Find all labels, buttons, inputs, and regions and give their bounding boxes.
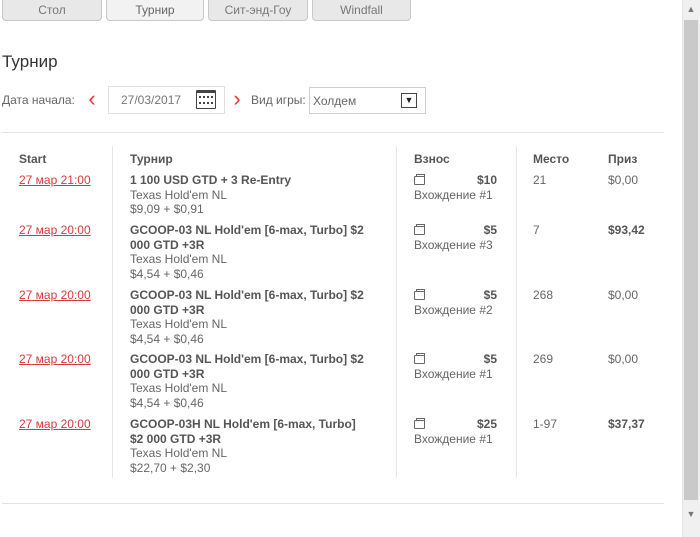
tab-tournament[interactable]: Турнир — [106, 0, 204, 21]
divider — [2, 503, 664, 504]
place-value: 268 — [533, 288, 554, 302]
vertical-scrollbar[interactable]: ▲ ▼ — [682, 0, 700, 537]
start-time-link[interactable]: 27 мар 20:00 — [19, 352, 91, 367]
prize-value: $0,00 — [608, 352, 639, 366]
table-row: 27 мар 20:00 GCOOP-03 NL Hold'em [6-max,… — [0, 223, 664, 287]
tab-bar: Стол Турнир Сит-энд-Гоу Windfall — [0, 0, 700, 22]
tournament-name-cont: 000 GTD +3R — [130, 302, 205, 317]
scroll-down-icon[interactable]: ▼ — [684, 507, 698, 521]
tournament-name: GCOOP-03 NL Hold'em [6-max, Turbo] $2 — [130, 223, 364, 237]
ticket-icon — [414, 174, 425, 185]
fee-amount: $5 — [483, 223, 497, 237]
game-type: Texas Hold'em NL — [130, 187, 227, 202]
game-type: Texas Hold'em NL — [130, 252, 227, 266]
fee-amount: $5 — [483, 288, 497, 302]
place-value: 1-97 — [533, 417, 558, 431]
tournament-name: 1 100 USD GTD + 3 Re-Entry — [130, 173, 292, 187]
tournament-name: GCOOP-03 NL Hold'em [6-max, Turbo] $2 — [130, 352, 364, 366]
fee-cell: $5 Вхождение #2 — [414, 288, 497, 317]
tournament-name-cont: 000 GTD +3R — [130, 237, 205, 252]
fee-amount: $25 — [476, 417, 497, 431]
prize-value: $0,00 — [608, 288, 639, 302]
tab-windfall[interactable]: Windfall — [312, 0, 411, 21]
start-time-link[interactable]: 27 мар 20:00 — [19, 417, 91, 432]
fee-cell: $5 Вхождение #1 — [414, 352, 497, 381]
game-type-value: Холдем — [313, 94, 357, 108]
header-fee[interactable]: Взнос — [414, 152, 450, 166]
chevron-left-icon[interactable]: ‹ — [85, 88, 99, 112]
game-type: Texas Hold'em NL — [130, 446, 227, 460]
tournament-info: 1 100 USD GTD + 3 Re-Entry Texas Hold'em… — [130, 173, 392, 217]
fee-amount: $5 — [483, 352, 497, 366]
game-type-select[interactable]: Холдем ▼ — [309, 87, 426, 114]
place-value: 7 — [533, 223, 540, 237]
scroll-thumb[interactable] — [684, 20, 698, 500]
buy-in: $4,54 + $0,46 — [130, 331, 204, 346]
page-title: Турнир — [2, 52, 58, 71]
fee-cell: $5 Вхождение #3 — [414, 223, 497, 252]
header-prize[interactable]: Приз — [608, 152, 637, 166]
calendar-icon[interactable] — [196, 90, 216, 109]
ticket-icon — [414, 289, 425, 300]
tournament-info: GCOOP-03 NL Hold'em [6-max, Turbo] $2 00… — [130, 288, 392, 346]
place-value: 21 — [533, 173, 547, 187]
game-type: Texas Hold'em NL — [130, 317, 227, 331]
entry-number: Вхождение #3 — [414, 237, 493, 252]
tournament-history-table: Start Турнир Взнос Место Приз 27 мар 21:… — [0, 134, 664, 479]
divider — [2, 132, 664, 133]
scroll-up-icon[interactable]: ▲ — [684, 2, 698, 16]
ticket-icon — [414, 224, 425, 235]
fee-cell: $10 Вхождение #1 — [414, 173, 497, 202]
entry-number: Вхождение #2 — [414, 302, 493, 317]
fee-cell: $25 Вхождение #1 — [414, 417, 497, 446]
entry-number: Вхождение #1 — [414, 366, 493, 381]
game-type: Texas Hold'em NL — [130, 381, 227, 395]
table-row: 27 мар 20:00 GCOOP-03H NL Hold'em [6-max… — [0, 417, 664, 481]
tournament-name: GCOOP-03H NL Hold'em [6-max, Turbo] — [130, 417, 356, 431]
tab-sit-and-go[interactable]: Сит-энд-Гоу — [208, 0, 308, 21]
prize-value: $0,00 — [608, 173, 639, 187]
start-time-link[interactable]: 27 мар 21:00 — [19, 173, 91, 188]
start-time-link[interactable]: 27 мар 20:00 — [19, 223, 91, 238]
header-place[interactable]: Место — [533, 152, 569, 166]
buy-in: $4,54 + $0,46 — [130, 395, 204, 410]
tournament-name: GCOOP-03 NL Hold'em [6-max, Turbo] $2 — [130, 288, 364, 302]
entry-number: Вхождение #1 — [414, 431, 493, 446]
entry-number: Вхождение #1 — [414, 187, 493, 202]
start-date-label: Дата начала: — [2, 93, 75, 107]
tournament-name-cont: 000 GTD +3R — [130, 366, 205, 381]
header-tournament[interactable]: Турнир — [130, 152, 173, 166]
start-time-link[interactable]: 27 мар 20:00 — [19, 288, 91, 303]
buy-in: $4,54 + $0,46 — [130, 266, 204, 281]
tournament-name-cont: $2 000 GTD +3R — [130, 431, 222, 446]
prize-value: $37,37 — [608, 417, 645, 431]
chevron-right-icon[interactable]: › — [230, 88, 244, 112]
buy-in: $9,09 + $0,91 — [130, 202, 204, 216]
start-date-value: 27/03/2017 — [121, 93, 182, 107]
tournament-info: GCOOP-03 NL Hold'em [6-max, Turbo] $2 00… — [130, 223, 392, 281]
tournament-info: GCOOP-03 NL Hold'em [6-max, Turbo] $2 00… — [130, 352, 392, 410]
prize-value: $93,42 — [608, 223, 645, 237]
game-type-label: Вид игры: — [251, 93, 306, 107]
place-value: 269 — [533, 352, 554, 366]
fee-amount: $10 — [476, 173, 497, 187]
tournament-info: GCOOP-03H NL Hold'em [6-max, Turbo] $2 0… — [130, 417, 392, 475]
ticket-icon — [414, 353, 425, 364]
buy-in: $22,70 + $2,30 — [130, 460, 211, 475]
table-row: 27 мар 20:00 GCOOP-03 NL Hold'em [6-max,… — [0, 288, 664, 352]
ticket-icon — [414, 418, 425, 429]
chevron-down-icon[interactable]: ▼ — [401, 93, 417, 108]
table-row: 27 мар 20:00 GCOOP-03 NL Hold'em [6-max,… — [0, 352, 664, 416]
tab-table[interactable]: Стол — [2, 0, 102, 21]
header-start[interactable]: Start — [19, 152, 46, 166]
filter-bar: Дата начала: ‹ 27/03/2017 › Вид игры: Хо… — [2, 86, 662, 114]
